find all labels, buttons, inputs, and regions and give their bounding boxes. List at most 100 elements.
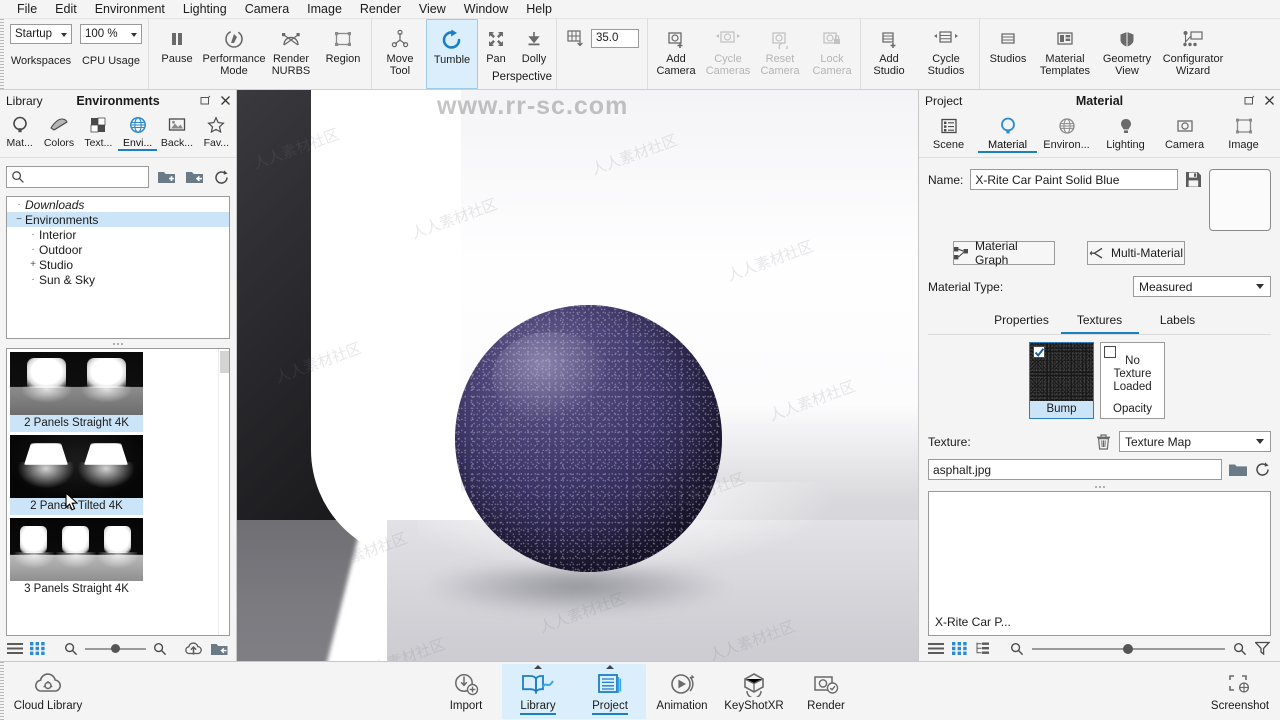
toolbar-button-geometry-view[interactable]: Geometry View — [1096, 19, 1158, 89]
tree-expander[interactable]: · — [27, 274, 39, 285]
material-graph-button[interactable]: Material Graph — [953, 239, 1055, 267]
refresh-icon[interactable] — [1254, 461, 1271, 478]
perspective-value-field[interactable]: 35.0 — [591, 28, 639, 48]
texture-slot-checkbox[interactable] — [1033, 346, 1045, 358]
tab-environment[interactable]: Environ... — [1037, 114, 1096, 151]
cloud-upload-icon[interactable] — [184, 641, 203, 657]
list-view-icon[interactable] — [928, 642, 944, 655]
zoom-slider-knob[interactable] — [1122, 643, 1133, 654]
toolbar-button-studios[interactable]: Studios — [982, 19, 1034, 89]
refresh-icon[interactable] — [213, 169, 230, 186]
dock-button-render[interactable]: Render — [790, 664, 862, 719]
material-preview-thumbnail[interactable] — [1209, 169, 1271, 231]
tab-camera[interactable]: Camera — [1155, 114, 1214, 151]
toolbar-button-lock-camera[interactable]: Lock Camera — [806, 19, 858, 89]
library-tab-environments[interactable]: Envi... — [117, 114, 158, 151]
menu-item-lighting[interactable]: Lighting — [174, 0, 236, 19]
list-item[interactable]: 3 Panels Straight 4K — [10, 518, 143, 598]
material-type-select[interactable]: Measured — [1133, 276, 1271, 297]
list-view-icon[interactable] — [7, 642, 23, 655]
grid-view-icon[interactable] — [30, 642, 45, 655]
grid-view-icon[interactable] — [952, 642, 967, 655]
tab-scene[interactable]: Scene — [919, 114, 978, 151]
workspace-dropdown[interactable]: Startup — [10, 24, 72, 44]
trash-icon[interactable] — [1096, 433, 1111, 450]
tree-row-outdoor[interactable]: · Outdoor — [7, 242, 229, 257]
zoom-slider[interactable] — [85, 643, 146, 655]
tree-row-interior[interactable]: · Interior — [7, 227, 229, 242]
dock-button-import[interactable]: Import — [430, 664, 502, 719]
tree-row-environments[interactable]: − Environments — [7, 212, 229, 227]
toolbar-button-render-nurbs[interactable]: Render NURBS — [265, 19, 317, 89]
menu-item-file[interactable]: File — [8, 0, 46, 19]
subtab-properties[interactable]: Properties — [983, 309, 1061, 334]
open-folder-icon[interactable] — [1228, 462, 1248, 478]
material-list-box[interactable]: X-Rite Car P... — [928, 491, 1271, 636]
zoom-in-icon[interactable] — [1233, 642, 1247, 656]
tree-expander[interactable]: + — [27, 259, 39, 270]
import-folder-icon[interactable] — [185, 168, 205, 186]
search-input[interactable] — [29, 171, 148, 183]
texture-map-select[interactable]: Texture Map — [1119, 431, 1271, 452]
texture-slot-checkbox[interactable] — [1104, 346, 1116, 358]
zoom-out-icon[interactable] — [64, 642, 78, 656]
tree-expander[interactable]: · — [27, 244, 39, 255]
menu-item-view[interactable]: View — [410, 0, 455, 19]
zoom-slider-knob[interactable] — [111, 644, 121, 653]
toolbar-button-tumble[interactable]: Tumble — [426, 19, 478, 89]
texture-file-input[interactable]: asphalt.jpg — [928, 459, 1222, 480]
toolbar-button-pause[interactable]: Pause — [151, 19, 203, 89]
material-name-input[interactable]: X-Rite Car Paint Solid Blue — [970, 169, 1178, 190]
dock-button-screenshot[interactable]: Screenshot — [1204, 664, 1276, 719]
close-icon[interactable] — [1264, 95, 1275, 106]
dock-button-project[interactable]: Project — [574, 663, 646, 719]
toolbar-button-material-templates[interactable]: Material Templates — [1034, 19, 1096, 89]
toolbar-button-cycle-cameras[interactable]: Cycle Cameras — [702, 19, 754, 89]
menu-item-help[interactable]: Help — [517, 0, 561, 19]
tab-image[interactable]: Image — [1214, 114, 1273, 151]
undock-icon[interactable] — [1244, 95, 1255, 106]
menu-item-camera[interactable]: Camera — [236, 0, 298, 19]
tab-material[interactable]: Material — [978, 114, 1037, 153]
add-folder-icon[interactable] — [210, 641, 229, 657]
tree-expander[interactable]: · — [13, 199, 25, 210]
dock-drag-handle[interactable] — [0, 662, 4, 720]
list-item[interactable]: 2 Panels Tilted 4K — [10, 435, 143, 515]
toolbar-button-configurator-wizard[interactable]: Configurator Wizard — [1158, 19, 1228, 89]
add-folder-icon[interactable] — [157, 168, 177, 186]
filter-icon[interactable] — [1255, 641, 1271, 656]
toolbar-button-add-studio[interactable]: Add Studio — [863, 19, 915, 89]
library-tab-backplates[interactable]: Back... — [157, 114, 196, 149]
zoom-out-icon[interactable] — [1010, 642, 1024, 656]
tree-row-downloads[interactable]: · Downloads — [7, 197, 229, 212]
texture-slot-bump[interactable]: Bump — [1029, 342, 1094, 419]
menu-item-environment[interactable]: Environment — [86, 0, 174, 19]
close-icon[interactable] — [220, 95, 231, 106]
search-field-wrapper[interactable] — [6, 166, 149, 188]
texture-slot-opacity[interactable]: No Texture Loaded Opacity — [1100, 342, 1165, 419]
3d-viewport[interactable]: www.rr-sc.com 人人素材社区 人人素材社区 人人素材社区 人人素材社… — [237, 90, 918, 661]
toolbar-button-region[interactable]: Region — [317, 19, 369, 89]
workspace-selector[interactable]: Startup Workspaces — [6, 19, 76, 89]
environments-tree[interactable]: · Downloads − Environments · Interior · … — [6, 196, 230, 339]
material-list-entry[interactable]: X-Rite Car P... — [935, 615, 1011, 629]
tab-lighting[interactable]: Lighting — [1096, 114, 1155, 151]
tree-expander[interactable]: − — [13, 214, 25, 225]
library-splitter-handle[interactable] — [0, 339, 236, 348]
zoom-slider[interactable] — [1032, 643, 1225, 655]
toolbar-drag-handle[interactable] — [0, 19, 4, 89]
toolbar-button-move-tool[interactable]: Move Tool — [374, 19, 426, 89]
menu-item-edit[interactable]: Edit — [46, 0, 86, 19]
thumbnail-scrollbar[interactable] — [218, 349, 229, 635]
cpu-usage-dropdown[interactable]: 100 % — [80, 24, 142, 44]
cpu-usage-selector[interactable]: 100 % CPU Usage — [76, 19, 146, 89]
menu-item-image[interactable]: Image — [298, 0, 351, 19]
library-tab-colors[interactable]: Colors — [39, 114, 78, 149]
toolbar-button-performance-mode[interactable]: Performance Mode — [203, 19, 266, 89]
tree-row-studio[interactable]: + Studio — [7, 257, 229, 272]
project-splitter-handle[interactable] — [919, 482, 1280, 491]
library-tab-favorites[interactable]: Fav... — [197, 114, 236, 149]
tree-row-sun-and-sky[interactable]: · Sun & Sky — [7, 272, 229, 287]
toolbar-button-add-camera[interactable]: Add Camera — [650, 19, 702, 89]
dock-button-animation[interactable]: Animation — [646, 664, 718, 719]
